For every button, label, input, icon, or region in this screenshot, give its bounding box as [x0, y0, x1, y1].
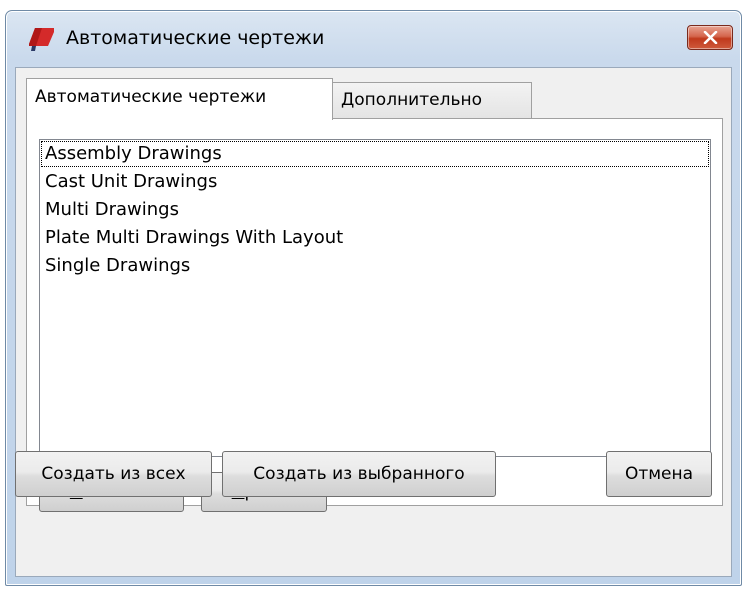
list-item[interactable]: Multi Drawings [40, 196, 710, 224]
close-button[interactable] [687, 25, 733, 50]
tab-panel: Assembly Drawings Cast Unit Drawings Mul… [26, 118, 723, 512]
tab-advanced[interactable]: Дополнительно [332, 82, 532, 118]
create-from-all-button[interactable]: Создать из всех [15, 451, 212, 497]
tab-automatic-drawings[interactable]: Автоматические чертежи [26, 78, 333, 120]
close-icon [703, 31, 718, 44]
dialog-client-area: Автоматические чертежи Дополнительно Ass… [15, 67, 732, 577]
list-item[interactable]: Cast Unit Drawings [40, 168, 710, 196]
cancel-button[interactable]: Отмена [606, 451, 712, 497]
list-item[interactable]: Single Drawings [40, 252, 710, 280]
title-bar[interactable]: Автоматические чертежи [6, 11, 741, 67]
create-from-selected-button[interactable]: Создать из выбранного [222, 451, 496, 497]
window-title: Автоматические чертежи [66, 27, 325, 49]
tekla-logo-icon [26, 24, 56, 52]
list-item[interactable]: Assembly Drawings [40, 140, 710, 168]
drawings-list[interactable]: Assembly Drawings Cast Unit Drawings Mul… [39, 139, 711, 457]
list-item[interactable]: Plate Multi Drawings With Layout [40, 224, 710, 252]
dialog-window: Автоматические чертежи Автоматические че… [5, 10, 742, 586]
